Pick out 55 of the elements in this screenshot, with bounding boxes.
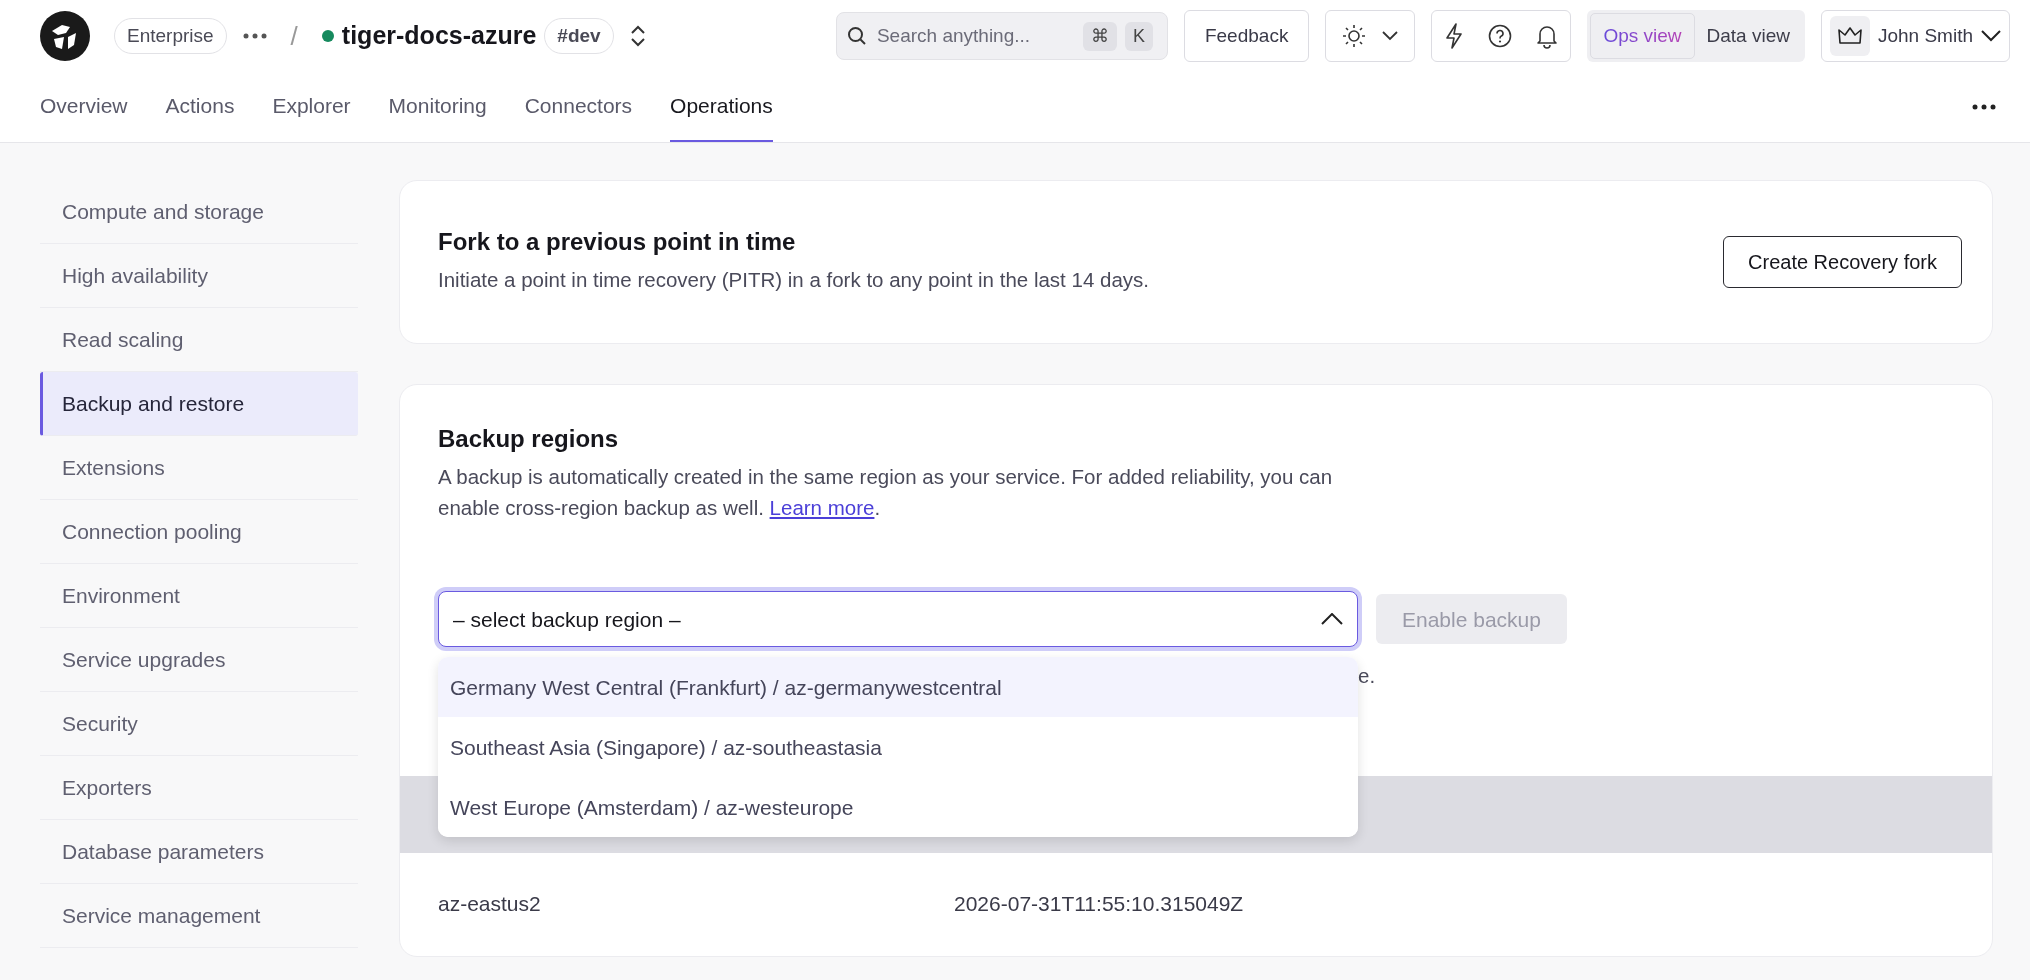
org-badge[interactable]: Enterprise bbox=[114, 17, 227, 55]
shortcut-key: ⌘ bbox=[1082, 21, 1117, 51]
dropdown-option[interactable]: Germany West Central (Frankfurt) / az-germanywestcentral bbox=[438, 657, 1358, 718]
sidebar-item[interactable]: Service management bbox=[40, 884, 358, 948]
card-title: Backup regions bbox=[438, 425, 620, 454]
search-field[interactable]: Search anything... ⌘ K bbox=[835, 12, 1168, 60]
sidebar-item[interactable]: Database parameters bbox=[40, 820, 358, 884]
shortcut-key: K bbox=[1124, 21, 1153, 51]
service-name[interactable]: tiger-docs-azure bbox=[341, 17, 537, 55]
nav-tab[interactable]: Operations bbox=[670, 72, 773, 142]
card-title: Fork to a previous point in time bbox=[438, 228, 797, 257]
logo-icon[interactable] bbox=[40, 11, 90, 61]
sidebar-item[interactable]: High availability bbox=[40, 244, 358, 308]
search-icon bbox=[846, 26, 867, 46]
nav-tab[interactable]: Monitoring bbox=[388, 72, 487, 142]
sidebar-item[interactable]: Environment bbox=[40, 564, 358, 628]
search-field[interactable]: Search anything... bbox=[874, 20, 1075, 52]
view-toggle-button[interactable]: Data view bbox=[1694, 13, 1802, 59]
create-fork-button[interactable]: Create Recovery fork bbox=[1723, 236, 1962, 288]
note-text: e. bbox=[1358, 664, 1376, 688]
sidebar-item[interactable]: Security bbox=[40, 692, 358, 756]
sidebar-item[interactable]: Connection pooling bbox=[40, 500, 358, 564]
feedback-button[interactable]: Feedback bbox=[1183, 10, 1310, 62]
learn-more-link[interactable]: Learn more bbox=[769, 495, 875, 519]
breadcrumb-separator: / bbox=[290, 19, 298, 53]
crown-icon bbox=[1829, 16, 1870, 56]
nav-tab[interactable]: Actions bbox=[165, 72, 235, 142]
nav-tab[interactable]: Connectors bbox=[524, 72, 633, 142]
nav-tab[interactable]: Explorer bbox=[272, 72, 351, 142]
card-description: A backup is automatically created in the same region as your service. For added reliability, you can enable cross-region backup as well. Learn more. bbox=[438, 463, 1334, 521]
dropdown-option[interactable]: Southeast Asia (Singapore) / az-southeastasia bbox=[438, 717, 1358, 778]
view-toggle-button[interactable]: Ops view bbox=[1590, 13, 1695, 59]
sidebar-item[interactable]: Extensions bbox=[40, 436, 358, 500]
sidebar-item[interactable]: Compute and storage bbox=[40, 180, 358, 244]
sidebar-item[interactable]: Backup and restore bbox=[40, 372, 358, 436]
switcher-icon[interactable] bbox=[629, 24, 646, 48]
sun-icon bbox=[1342, 24, 1367, 48]
more-icon[interactable] bbox=[242, 33, 267, 39]
environment-tag: #dev bbox=[544, 17, 614, 55]
sidebar-item[interactable]: Service upgrades bbox=[40, 628, 358, 692]
table-cell-text: az-eastus2 bbox=[438, 891, 542, 918]
more-icon[interactable] bbox=[1972, 104, 1996, 110]
sidebar-item[interactable]: Exporters bbox=[40, 756, 358, 820]
chevron-down-icon bbox=[1382, 31, 1399, 41]
dropdown-option[interactable]: West Europe (Amsterdam) / az-westeurope bbox=[438, 777, 1358, 838]
table-cell-text: 2026-07-31T11:55:10.315049Z bbox=[954, 891, 1244, 918]
card-description: Initiate a point in time recovery (PITR) in a fork to any point in the last 14 days. bbox=[438, 267, 1150, 293]
bell-icon[interactable] bbox=[1536, 23, 1559, 49]
nav-tab[interactable]: Overview bbox=[40, 72, 128, 142]
theme-button[interactable] bbox=[1325, 10, 1416, 62]
lightning-icon[interactable] bbox=[1444, 23, 1465, 49]
user-menu-button[interactable]: John Smith bbox=[1820, 10, 2010, 62]
chevron-down-icon bbox=[1981, 30, 2001, 42]
status-dot bbox=[321, 30, 334, 42]
help-icon[interactable] bbox=[1488, 24, 1513, 48]
